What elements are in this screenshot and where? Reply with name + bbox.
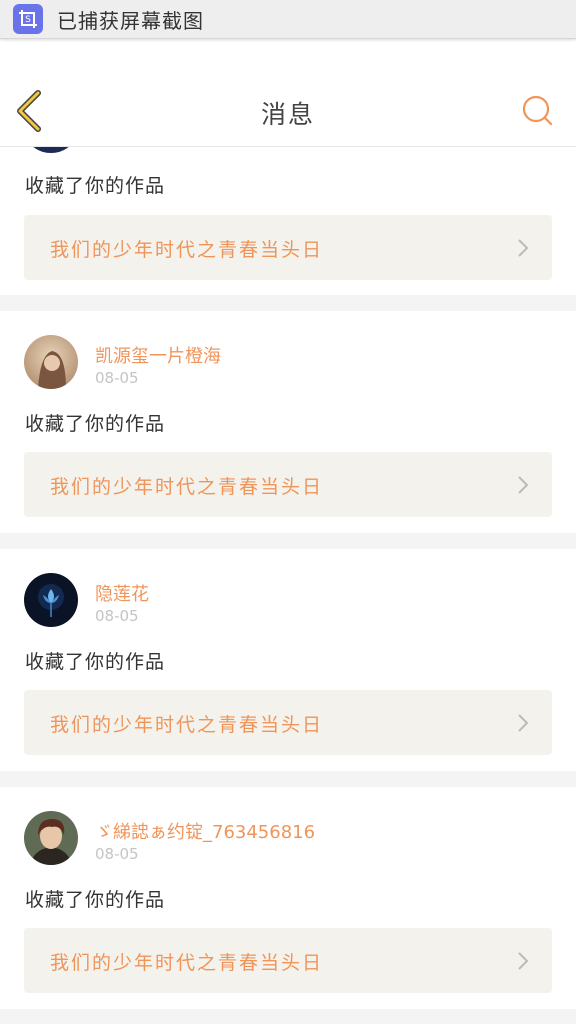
- avatar[interactable]: [28, 147, 74, 153]
- search-icon: [522, 95, 553, 126]
- timestamp: 08-05: [95, 607, 139, 625]
- chevron-right-icon: [518, 952, 529, 970]
- user-name[interactable]: 凯源玺一片橙海: [95, 342, 221, 368]
- timestamp: 08-05: [95, 845, 139, 863]
- work-link[interactable]: 我们的少年时代之青春当头日: [24, 452, 552, 517]
- message-card: 收藏了你的作品 我们的少年时代之青春当头日: [0, 147, 576, 295]
- work-link[interactable]: 我们的少年时代之青春当头日: [24, 928, 552, 993]
- message-action-text: 收藏了你的作品: [25, 889, 166, 911]
- message-action-text: 收藏了你的作品: [25, 413, 166, 435]
- avatar-lotus-icon[interactable]: [24, 573, 78, 627]
- message-card: 隐莲花 08-05 收藏了你的作品 我们的少年时代之青春当头日: [0, 549, 576, 771]
- user-name[interactable]: 隐莲花: [95, 580, 149, 606]
- screenshot-notification-text: 已捕获屏幕截图: [57, 8, 204, 33]
- page-title: 消息: [260, 100, 315, 129]
- message-action-text: 收藏了你的作品: [25, 651, 166, 673]
- chevron-right-icon: [518, 714, 529, 732]
- chevron-right-icon: [518, 239, 529, 257]
- screenshot-notification-bar[interactable]: S 已捕获屏幕截图: [0, 0, 576, 39]
- app-header: 消息: [0, 39, 576, 147]
- svg-text:S: S: [25, 15, 31, 25]
- work-title: 我们的少年时代之青春当头日: [50, 714, 324, 736]
- work-link[interactable]: 我们的少年时代之青春当头日: [24, 690, 552, 755]
- work-link[interactable]: 我们的少年时代之青春当头日: [24, 215, 552, 280]
- avatar-girl-icon[interactable]: [24, 335, 78, 389]
- user-name[interactable]: ゞ綈䛱ぁ约锭_763456816: [95, 818, 315, 844]
- work-title: 我们的少年时代之青春当头日: [50, 239, 324, 261]
- search-button[interactable]: [520, 94, 554, 128]
- work-title: 我们的少年时代之青春当头日: [50, 952, 324, 974]
- message-card: ゞ綈䛱ぁ约锭_763456816 08-05 收藏了你的作品 我们的少年时代之青…: [0, 787, 576, 1009]
- timestamp: 08-05: [95, 369, 139, 387]
- avatar-boy-icon[interactable]: [24, 811, 78, 865]
- message-action-text: 收藏了你的作品: [25, 175, 166, 197]
- chevron-right-icon: [518, 476, 529, 494]
- screenshot-icon: S: [13, 4, 43, 34]
- work-title: 我们的少年时代之青春当头日: [50, 476, 324, 498]
- message-list[interactable]: 收藏了你的作品 我们的少年时代之青春当头日 凯源玺一片橙海 08-05 收藏了你…: [0, 147, 576, 1024]
- message-card: 凯源玺一片橙海 08-05 收藏了你的作品 我们的少年时代之青春当头日: [0, 311, 576, 533]
